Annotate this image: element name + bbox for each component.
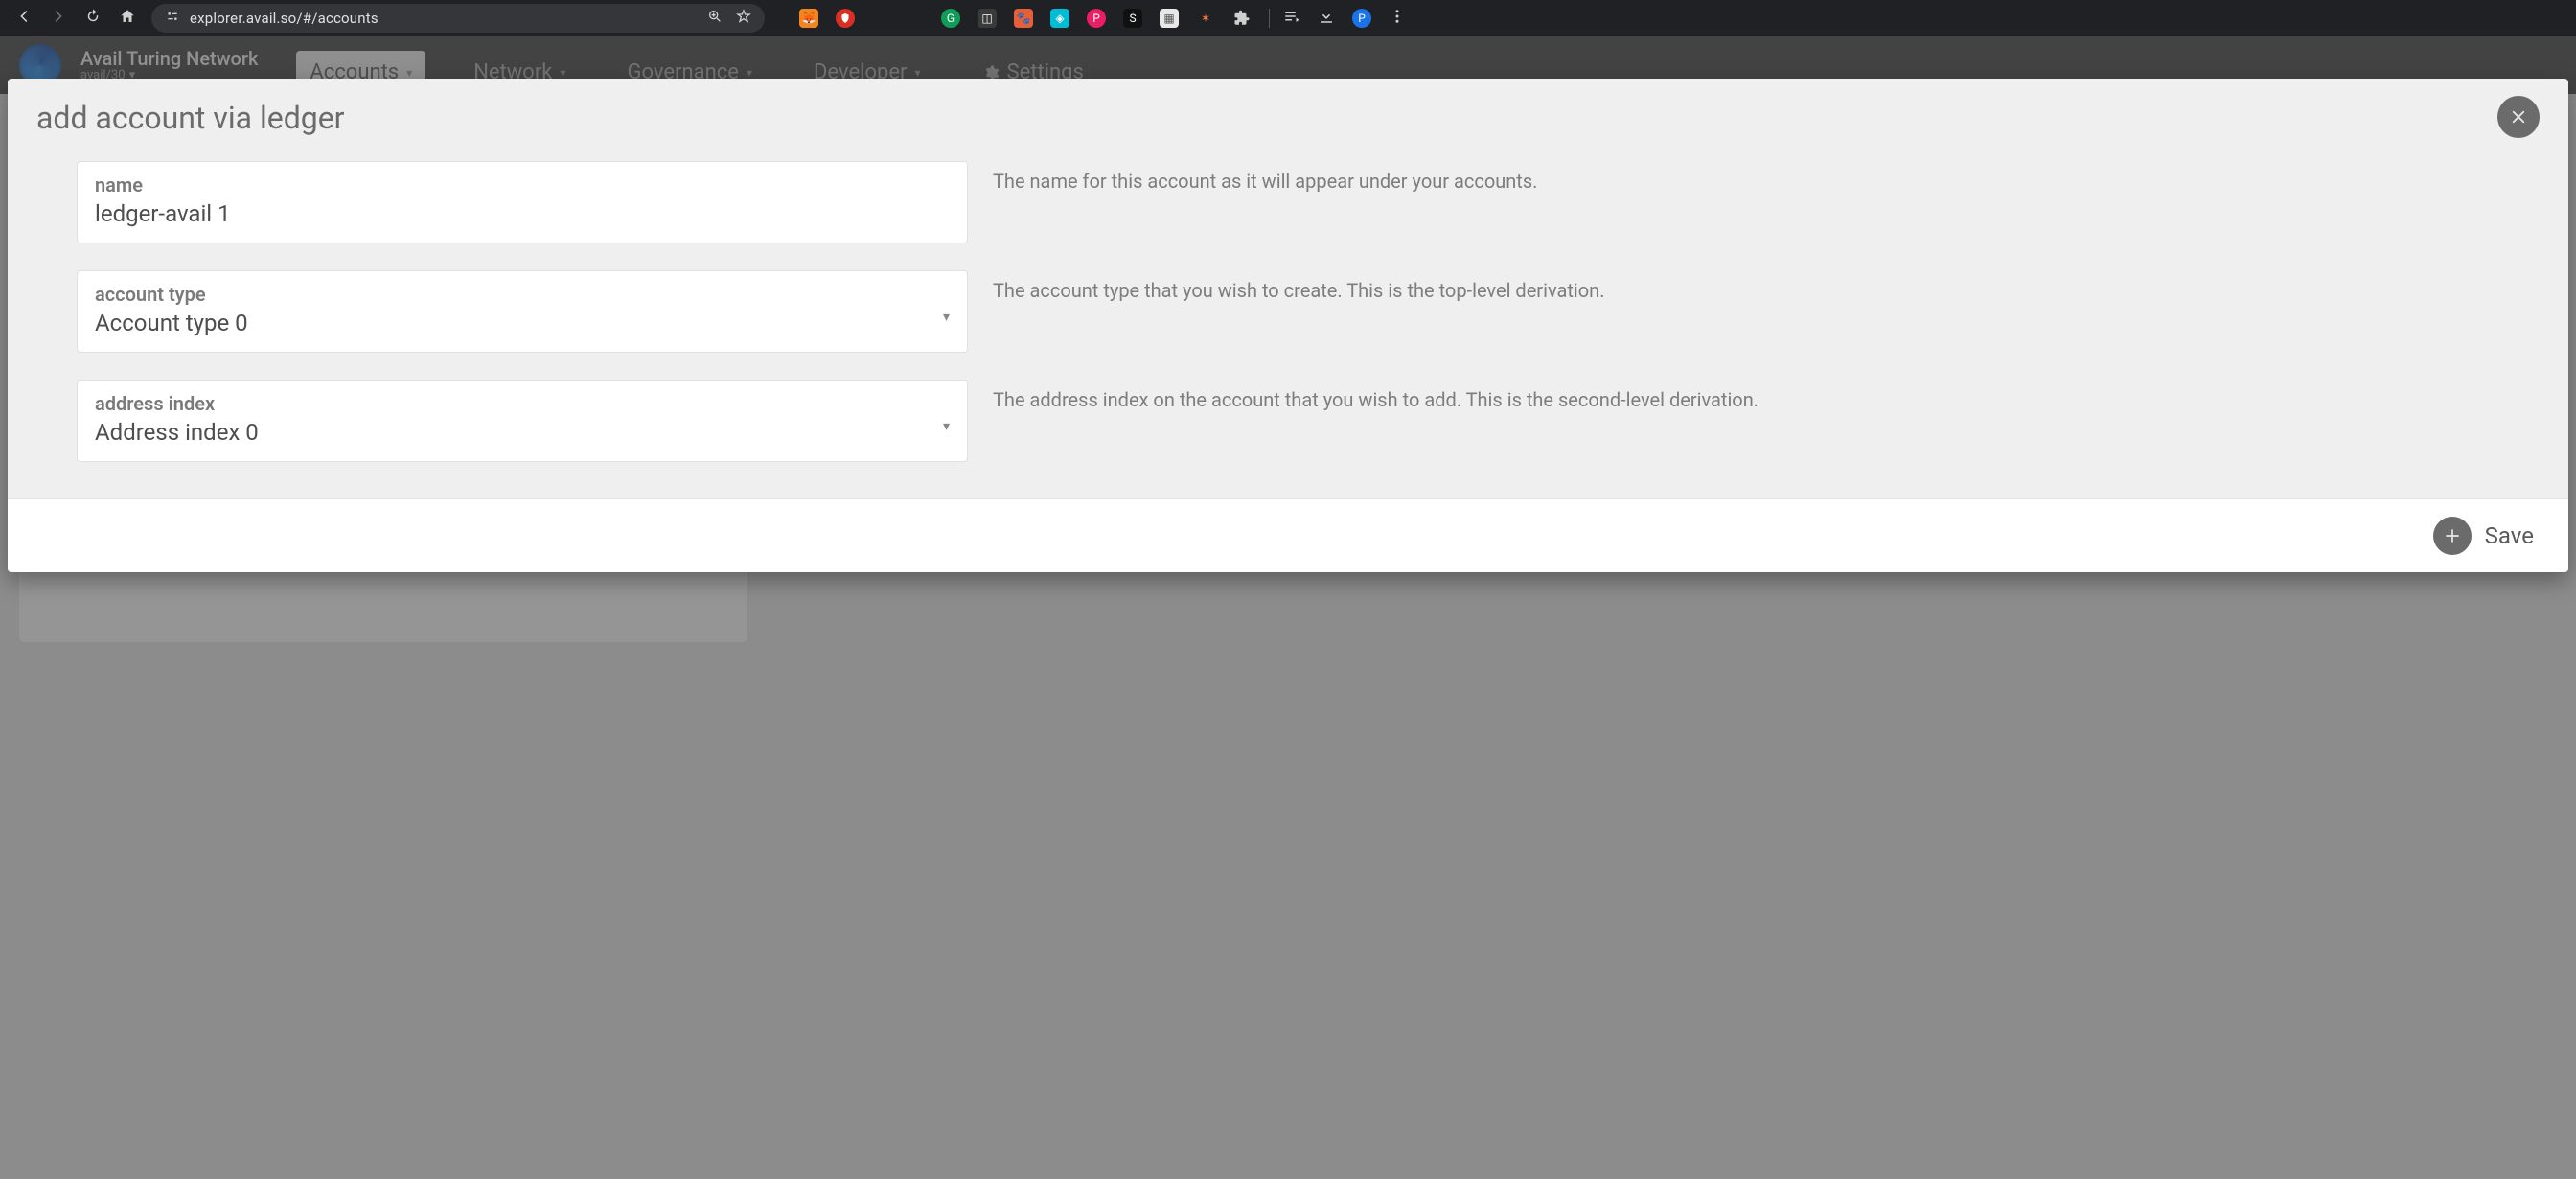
nav-buttons: [8, 8, 144, 29]
save-button[interactable]: Save: [2433, 517, 2534, 555]
chevron-down-icon: ▾: [943, 310, 950, 325]
name-help-text: The name for this account as it will app…: [993, 161, 2540, 243]
extension-pinterest-icon[interactable]: P: [1087, 9, 1106, 28]
zoom-icon[interactable]: [707, 9, 723, 28]
url-text: explorer.avail.so/#/accounts: [190, 10, 379, 27]
back-button[interactable]: [15, 8, 33, 29]
modal-title: add account via ledger: [36, 100, 345, 136]
extension-diamond-icon[interactable]: ◈: [1050, 9, 1070, 28]
chrome-right-icons: P: [1283, 8, 1406, 29]
extension-s-icon[interactable]: S: [1123, 9, 1142, 28]
chevron-down-icon: ▾: [943, 419, 950, 434]
extension-metamask-icon[interactable]: 🦊: [799, 9, 818, 28]
account-type-value: Account type 0: [95, 310, 950, 336]
extension-person-icon[interactable]: ✶: [1196, 9, 1215, 28]
extension-icons-2: G ◫ 🐾 ◈ P S ▦ ✶: [941, 9, 1270, 28]
field-label: address index: [95, 392, 950, 415]
media-control-icon[interactable]: [1283, 8, 1300, 29]
reload-button[interactable]: [84, 8, 102, 29]
form-row-name: name The name for this account as it wil…: [77, 161, 2540, 243]
extension-grammarly-icon[interactable]: G: [941, 9, 960, 28]
field-label: name: [95, 173, 950, 196]
bookmark-star-icon[interactable]: [736, 9, 751, 28]
extension-shield-icon[interactable]: [836, 9, 855, 28]
browser-toolbar: explorer.avail.so/#/accounts 🦊 G ◫ 🐾 ◈ P…: [0, 0, 2576, 36]
extension-icons: 🦊: [799, 9, 855, 28]
app-viewport: Avail Turing Network avail/30 ▾ Accounts…: [0, 36, 2576, 1179]
address-index-value: Address index 0: [95, 419, 950, 446]
chrome-menu-icon[interactable]: [1389, 8, 1406, 29]
downloads-icon[interactable]: [1318, 8, 1335, 29]
address-index-help-text: The address index on the account that yo…: [993, 380, 2540, 462]
close-button[interactable]: [2497, 96, 2540, 138]
field-label: account type: [95, 283, 950, 306]
site-settings-icon[interactable]: [165, 9, 180, 28]
form-row-address-index: address index Address index 0 ▾ The addr…: [77, 380, 2540, 462]
account-type-field[interactable]: account type Account type 0 ▾: [77, 270, 968, 353]
plus-icon: [2433, 517, 2472, 555]
save-button-label: Save: [2485, 522, 2534, 549]
address-index-field[interactable]: address index Address index 0 ▾: [77, 380, 968, 462]
name-field[interactable]: name: [77, 161, 968, 243]
extension-grid-icon[interactable]: ▦: [1160, 9, 1179, 28]
extensions-menu-icon[interactable]: [1232, 9, 1252, 28]
name-input[interactable]: [95, 200, 950, 227]
extension-cube-icon[interactable]: ◫: [978, 9, 997, 28]
modal-header: add account via ledger: [8, 79, 2568, 144]
profile-avatar[interactable]: P: [1352, 9, 1371, 28]
modal-body: name The name for this account as it wil…: [8, 144, 2568, 498]
extension-gnome-icon[interactable]: 🐾: [1014, 9, 1033, 28]
forward-button[interactable]: [50, 8, 67, 29]
close-icon: [2510, 108, 2527, 126]
home-button[interactable]: [119, 8, 136, 29]
form-row-account-type: account type Account type 0 ▾ The accoun…: [77, 270, 2540, 353]
toolbar-separator: [1269, 9, 1270, 28]
add-ledger-account-modal: add account via ledger name The name for…: [8, 79, 2568, 572]
address-bar[interactable]: explorer.avail.so/#/accounts: [151, 4, 765, 33]
modal-footer: Save: [8, 498, 2568, 572]
account-type-help-text: The account type that you wish to create…: [993, 270, 2540, 353]
